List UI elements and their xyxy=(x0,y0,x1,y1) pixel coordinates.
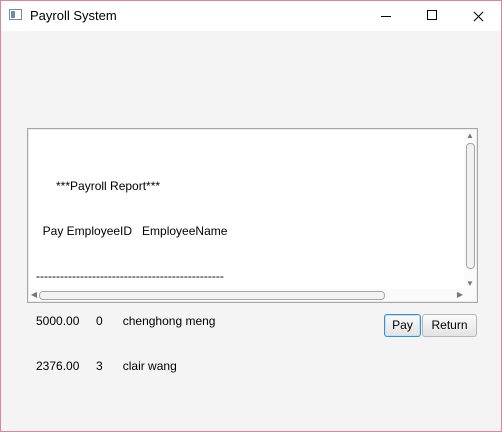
app-window: Payroll System ***Payroll Report*** Pay … xyxy=(0,0,502,432)
scroll-left-icon[interactable]: ◀ xyxy=(30,291,38,299)
return-button[interactable]: Return xyxy=(422,314,477,337)
scroll-down-icon[interactable]: ▼ xyxy=(466,280,474,288)
report-separator-line: ----------------------------------------… xyxy=(36,269,224,283)
pay-button[interactable]: Pay xyxy=(384,314,421,337)
scrollbar-corner xyxy=(464,289,476,301)
maximize-button[interactable] xyxy=(409,1,455,31)
window-title: Payroll System xyxy=(30,8,117,23)
report-row: 2376.00 3 clair wang xyxy=(36,359,177,373)
vertical-scrollbar[interactable]: ▲ ▼ xyxy=(464,130,476,290)
app-icon xyxy=(9,9,22,20)
horizontal-scroll-thumb[interactable] xyxy=(39,291,385,300)
report-row: 5000.00 0 chenghong meng xyxy=(36,314,216,328)
payroll-report: ***Payroll Report*** Pay EmployeeID Empl… xyxy=(36,149,227,404)
scroll-up-icon[interactable]: ▲ xyxy=(466,132,474,140)
report-title-line: ***Payroll Report*** xyxy=(36,179,161,193)
scroll-right-icon[interactable]: ▶ xyxy=(456,291,464,299)
minimize-button[interactable] xyxy=(363,1,409,31)
horizontal-scrollbar[interactable]: ◀ ▶ xyxy=(29,289,465,301)
report-text-area[interactable]: ***Payroll Report*** Pay EmployeeID Empl… xyxy=(27,128,478,373)
close-button[interactable] xyxy=(455,1,501,31)
vertical-scroll-thumb[interactable] xyxy=(466,143,475,269)
title-bar[interactable]: Payroll System xyxy=(1,1,501,31)
report-header-line: Pay EmployeeID EmployeeName xyxy=(36,224,228,238)
